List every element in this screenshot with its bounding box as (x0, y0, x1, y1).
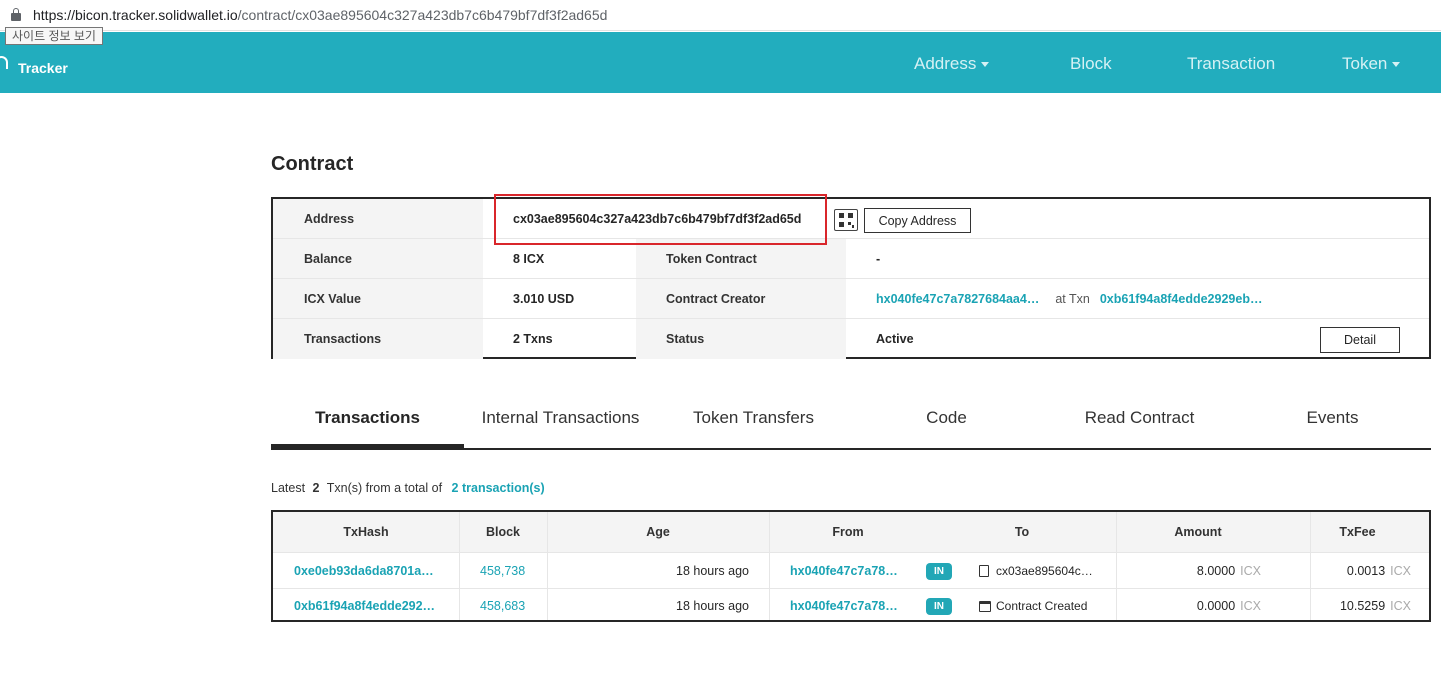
tab-code[interactable]: Code (850, 395, 1043, 448)
tab-read-contract[interactable]: Read Contract (1043, 395, 1236, 448)
tab-token-transfers[interactable]: Token Transfers (657, 395, 850, 448)
col-amount: Amount (1174, 525, 1222, 539)
txfee-value: 10.5259 ICX (1339, 599, 1411, 613)
latest-prefix: Latest (271, 481, 306, 495)
qr-code-icon[interactable] (834, 209, 858, 231)
summary-row-icx-value: ICX Value 3.010 USD Contract Creator hx0… (273, 279, 1429, 319)
logo-text[interactable]: Tracker (18, 60, 68, 76)
contract-creator-label: Contract Creator (636, 279, 846, 318)
col-age: Age (646, 525, 670, 539)
amount-value: 8.0000 ICX (1196, 564, 1261, 578)
age-value: 18 hours ago (676, 564, 749, 578)
contract-tabs: Transactions Internal Transactions Token… (271, 395, 1431, 450)
contract-creator-value: hx040fe47c7a7827684aa4… at Txn 0xb61f94a… (846, 279, 1426, 318)
lock-icon[interactable] (11, 8, 21, 21)
nav-transaction[interactable]: Transaction (1187, 54, 1275, 74)
page-title: Contract (271, 153, 354, 175)
nav-block[interactable]: Block (1070, 54, 1112, 74)
total-transactions-link[interactable]: 2 transaction(s) (452, 481, 545, 495)
direction-in-badge: IN (926, 589, 952, 623)
icx-value-label: ICX Value (273, 279, 483, 318)
creator-address-link[interactable]: hx040fe47c7a7827684aa4… (876, 292, 1039, 306)
summary-row-balance: Balance 8 ICX Token Contract - (273, 239, 1429, 279)
contract-summary-table: Address cx03ae895604c327a423db7c6b479bf7… (271, 197, 1431, 359)
creator-txn-link[interactable]: 0xb61f94a8f4edde2929eb… (1100, 292, 1263, 306)
direction-in-badge: IN (926, 554, 952, 588)
transactions-label: Transactions (273, 319, 483, 359)
icx-value-value: 3.010 USD (513, 291, 575, 306)
tab-internal-transactions[interactable]: Internal Transactions (464, 395, 657, 448)
transactions-table: TxHash Block Age From To Amount TxFee 0x… (271, 510, 1431, 622)
from-address-link[interactable]: hx040fe47c7a78… (790, 589, 898, 623)
col-from: From (832, 525, 864, 539)
latest-middle: Txn(s) from a total of (326, 481, 443, 495)
to-cell[interactable]: cx03ae895604c… (979, 554, 1093, 588)
nav-token[interactable]: Token (1342, 54, 1401, 74)
block-link[interactable]: 458,683 (480, 589, 525, 623)
txfee-value: 0.0013 ICX (1346, 564, 1411, 578)
url-text[interactable]: https://bicon.tracker.solidwallet.io/con… (33, 7, 607, 23)
col-txhash: TxHash (343, 525, 389, 539)
tab-transactions[interactable]: Transactions (271, 395, 464, 448)
balance-label: Balance (273, 239, 483, 278)
logo-icon[interactable] (0, 56, 8, 69)
document-icon (979, 565, 989, 577)
top-header: Tracker Address Block Transaction Token (0, 32, 1441, 93)
at-txn-label: at Txn (1055, 291, 1090, 306)
status-label: Status (636, 319, 846, 359)
copy-address-button[interactable]: Copy Address (864, 208, 971, 233)
calendar-icon (979, 600, 991, 612)
col-txfee: TxFee (1339, 525, 1376, 539)
nav-address[interactable]: Address (914, 54, 990, 74)
age-value: 18 hours ago (676, 599, 749, 613)
summary-row-address: Address cx03ae895604c327a423db7c6b479bf7… (273, 199, 1429, 239)
table-row: 0xb61f94a8f4edde292… 458,683 18 hours ag… (273, 588, 1429, 622)
from-address-link[interactable]: hx040fe47c7a78… (790, 554, 898, 588)
to-cell: Contract Created (979, 589, 1087, 623)
summary-row-transactions: Transactions 2 Txns Status Active Detail (273, 319, 1429, 359)
table-header: TxHash Block Age From To Amount TxFee (273, 512, 1429, 553)
col-block: Block (485, 525, 521, 539)
address-label: Address (273, 199, 483, 238)
latest-count: 2 (312, 481, 320, 495)
detail-button[interactable]: Detail (1320, 327, 1400, 353)
table-row: 0xe0eb93da6da8701a… 458,738 18 hours ago… (273, 554, 1429, 588)
token-contract-value: - (876, 251, 881, 266)
site-info-tooltip: 사이트 정보 보기 (5, 27, 103, 45)
browser-url-bar[interactable]: https://bicon.tracker.solidwallet.io/con… (0, 0, 1441, 31)
caret-down-icon (1392, 62, 1401, 68)
col-to: To (1014, 525, 1030, 539)
txhash-link[interactable]: 0xe0eb93da6da8701a… (294, 554, 434, 588)
tab-events[interactable]: Events (1236, 395, 1429, 448)
latest-summary: Latest 2 Txn(s) from a total of 2 transa… (271, 481, 545, 495)
status-value: Active (876, 332, 914, 346)
block-link[interactable]: 458,738 (480, 554, 525, 588)
caret-down-icon (981, 62, 990, 68)
amount-value: 0.0000 ICX (1196, 599, 1261, 613)
address-highlight-box (494, 194, 827, 245)
txhash-link[interactable]: 0xb61f94a8f4edde292… (294, 589, 435, 623)
transactions-value: 2 Txns (513, 332, 553, 346)
